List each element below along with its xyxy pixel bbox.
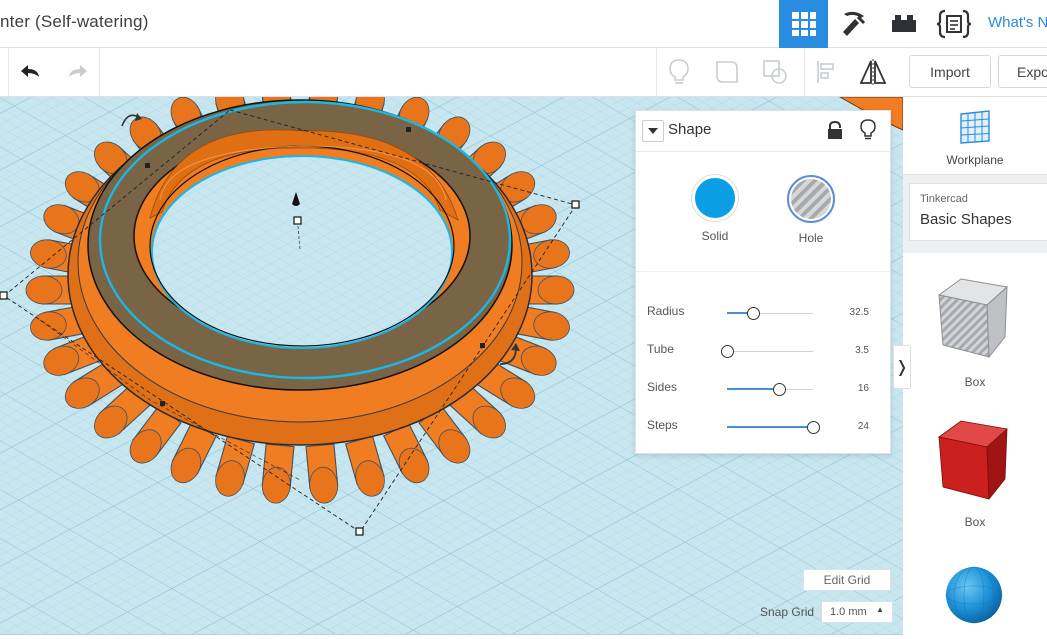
- shape-box[interactable]: Box: [903, 415, 1047, 545]
- inspector-notes-button[interactable]: [860, 119, 876, 146]
- slider-fill: [727, 426, 813, 428]
- param-value[interactable]: 24: [858, 421, 869, 432]
- undo-icon: [20, 65, 39, 77]
- param-value[interactable]: 3.5: [855, 345, 869, 356]
- hole-label: Hole: [798, 231, 824, 245]
- corner-handle[interactable]: [160, 401, 165, 406]
- inspector-title: Shape: [668, 121, 712, 138]
- param-slider[interactable]: [727, 421, 820, 434]
- hole-swatch[interactable]: [787, 175, 835, 223]
- caret-up-icon: ▲: [876, 605, 884, 614]
- param-steps: Steps 24: [647, 418, 883, 438]
- align-button[interactable]: [804, 48, 848, 96]
- workplane-label: Workplane: [946, 153, 1004, 167]
- library-source: Tinkercad: [920, 193, 968, 205]
- param-tube: Tube 3.5: [647, 342, 883, 362]
- unlock-icon: [828, 121, 842, 139]
- hole-pattern: [791, 179, 831, 219]
- sphere-icon: [945, 566, 1003, 624]
- param-radius: Radius 32.5: [647, 304, 883, 324]
- document-title[interactable]: nter (Self-watering): [0, 12, 149, 32]
- param-label: Sides: [647, 380, 678, 394]
- param-value[interactable]: 32.5: [850, 307, 869, 318]
- param-label: Tube: [647, 342, 674, 356]
- shape-label: Box: [964, 515, 986, 529]
- workplane-icon: [960, 110, 990, 144]
- solid-label: Solid: [701, 229, 729, 243]
- brick-icon: [891, 15, 916, 32]
- ungroup-button[interactable]: [752, 48, 798, 96]
- corner-handle[interactable]: [480, 343, 485, 348]
- workplane-button[interactable]: Workplane: [903, 97, 1047, 175]
- inspector-collapse-button[interactable]: [642, 120, 664, 142]
- undo-button[interactable]: [8, 48, 52, 96]
- redo-icon: [68, 65, 87, 77]
- planter-ring[interactable]: [67, 99, 533, 446]
- param-value[interactable]: 16: [858, 383, 869, 394]
- lightbulb-icon: [668, 59, 689, 84]
- right-panel: Workplane Tinkercad Basic Shapes Box Box: [903, 97, 1047, 639]
- toolbar: Import Expo: [0, 48, 1047, 97]
- param-label: Steps: [647, 418, 678, 432]
- grid-icon: [791, 12, 816, 36]
- divider: [636, 271, 890, 272]
- edit-grid-button[interactable]: Edit Grid: [803, 569, 891, 591]
- box-hole-icon: [937, 278, 1009, 359]
- library-name: Basic Shapes: [920, 211, 1012, 228]
- export-button[interactable]: Expo: [998, 55, 1047, 88]
- solid-color-swatch[interactable]: [692, 175, 738, 221]
- param-slider[interactable]: [727, 307, 813, 320]
- snap-grid-value: 1.0 mm: [830, 606, 867, 618]
- group-icon: [716, 61, 738, 83]
- notes-tool-button[interactable]: [656, 48, 700, 96]
- bottom-strip: [0, 634, 903, 639]
- code-braces-icon: [936, 9, 971, 39]
- hole-mode-button[interactable]: Hole: [775, 175, 847, 245]
- slider-knob[interactable]: [807, 421, 820, 434]
- lightbulb-icon: [860, 119, 876, 140]
- lock-button[interactable]: [826, 120, 844, 145]
- snap-grid-label: Snap Grid: [760, 605, 815, 619]
- param-sides: Sides 16: [647, 380, 883, 400]
- top-bar: nter (Self-watering) What's N: [0, 0, 1047, 48]
- shape-sphere[interactable]: [903, 563, 1047, 639]
- shape-box-hole[interactable]: Box: [903, 273, 1047, 403]
- bricks-button[interactable]: [879, 0, 928, 48]
- group-button[interactable]: [704, 48, 750, 96]
- codeblocks-button[interactable]: [929, 0, 978, 48]
- import-button[interactable]: Import: [909, 55, 991, 88]
- 3d-view-button[interactable]: [779, 0, 828, 48]
- corner-handle[interactable]: [406, 127, 411, 132]
- slider-knob[interactable]: [773, 383, 786, 396]
- ungroup-icon: [763, 60, 787, 84]
- slider-knob[interactable]: [721, 345, 734, 358]
- solid-mode-button[interactable]: Solid: [679, 175, 751, 243]
- blocks-button[interactable]: [829, 0, 878, 48]
- param-slider[interactable]: [721, 345, 813, 358]
- chevron-right-icon: ❭: [895, 359, 909, 376]
- caret-down-icon: [648, 128, 658, 134]
- align-icon: [816, 61, 834, 83]
- snap-grid-select[interactable]: 1.0 mm ▲: [821, 601, 893, 623]
- box-icon: [938, 420, 1008, 501]
- shape-label: Box: [964, 375, 986, 389]
- pickaxe-icon: [842, 11, 865, 36]
- shape-library-select[interactable]: Tinkercad Basic Shapes: [909, 183, 1047, 241]
- whats-new-link[interactable]: What's N: [988, 14, 1047, 31]
- mirror-button[interactable]: [850, 48, 896, 96]
- param-label: Radius: [647, 304, 685, 318]
- corner-handle[interactable]: [145, 163, 150, 168]
- redo-button[interactable]: [54, 48, 100, 96]
- shape-inspector: Shape Solid Hole Radius 32.5 Tube 3.5 Sides 1…: [635, 110, 891, 454]
- slider-fill: [727, 388, 779, 390]
- param-slider[interactable]: [727, 383, 813, 396]
- mirror-icon: [859, 59, 887, 85]
- panel-collapse-button[interactable]: ❭: [893, 345, 911, 389]
- shapes-list: Box Box: [903, 253, 1047, 639]
- divider: [636, 151, 890, 152]
- slider-knob[interactable]: [747, 307, 760, 320]
